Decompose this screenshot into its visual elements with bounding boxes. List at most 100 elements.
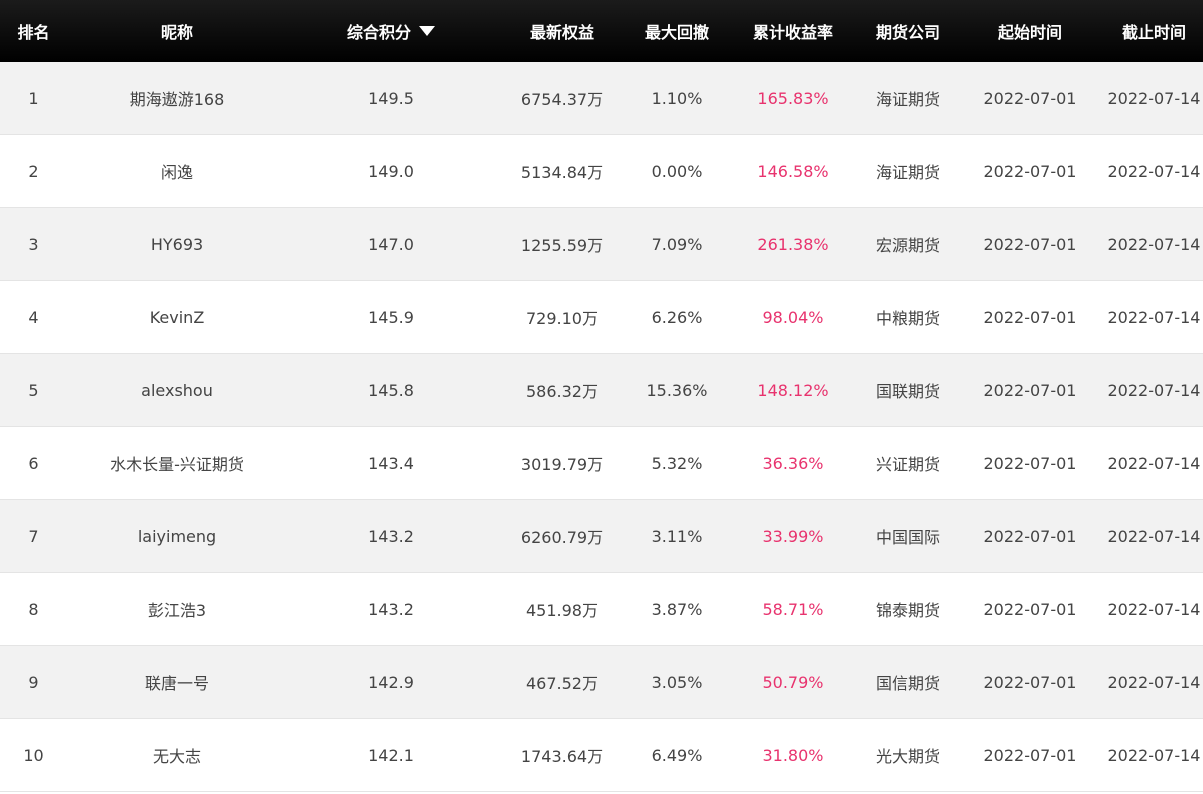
cell-return: 31.80%: [762, 745, 824, 765]
cell-return: 146.58%: [757, 161, 829, 181]
table-row[interactable]: 7 laiyimeng 143.2 6260.79万 3.11% 33.99% 中国国际 20…: [0, 500, 1203, 573]
cell-end: 2022-07-14: [1107, 526, 1201, 546]
cell-name[interactable]: 联唐一号: [67, 670, 287, 694]
cell-company: 国信期货: [875, 674, 940, 693]
cell-end: 2022-07-14: [1107, 88, 1201, 108]
cell-equity: 1743.64万: [520, 747, 604, 766]
cell-equity: 3019.79万: [520, 455, 604, 474]
cell-equity: 729.10万: [526, 309, 598, 328]
cell-name[interactable]: alexshou: [67, 381, 287, 400]
cell-end: 2022-07-14: [1107, 307, 1201, 327]
cell-return: 58.71%: [762, 599, 824, 619]
cell-name[interactable]: 期海遨游168: [67, 86, 287, 110]
cell-company: 国联期货: [875, 382, 940, 401]
cell-drawdown: 3.05%: [651, 672, 703, 692]
cell-end: 2022-07-14: [1107, 453, 1201, 473]
cell-drawdown: 1.10%: [651, 88, 703, 108]
cell-start: 2022-07-01: [983, 161, 1077, 181]
cell-equity: 6260.79万: [520, 528, 604, 547]
cell-return: 98.04%: [762, 307, 824, 327]
cell-start: 2022-07-01: [983, 307, 1077, 327]
cell-return: 33.99%: [762, 526, 824, 546]
cell-score: 142.9: [368, 672, 414, 692]
header-name[interactable]: 昵称: [67, 19, 287, 43]
cell-rank: 1: [28, 88, 39, 108]
cell-company: 光大期货: [875, 747, 940, 766]
cell-end: 2022-07-14: [1107, 234, 1201, 254]
table-row[interactable]: 10 无大志 142.1 1743.64万 6.49% 31.80% 光大期货 2022-07…: [0, 719, 1203, 792]
cell-rank: 3: [28, 234, 39, 254]
cell-score: 143.2: [368, 599, 414, 619]
table-row[interactable]: 2 闲逸 149.0 5134.84万 0.00% 146.58% 海证期货 2022-07-…: [0, 135, 1203, 208]
cell-score: 143.4: [368, 453, 414, 473]
table-row[interactable]: 1 期海遨游168 149.5 6754.37万 1.10% 165.83% 海证期货 202…: [0, 62, 1203, 135]
cell-return: 165.83%: [757, 88, 829, 108]
table-row[interactable]: 6 水木长量-兴证期货 143.4 3019.79万 5.32% 36.36% 兴证期货 20…: [0, 427, 1203, 500]
cell-start: 2022-07-01: [983, 88, 1077, 108]
cell-equity: 1255.59万: [520, 236, 604, 255]
cell-rank: 8: [28, 599, 39, 619]
header-company[interactable]: 期货公司: [861, 19, 955, 43]
cell-return: 261.38%: [757, 234, 829, 254]
cell-rank: 10: [23, 745, 44, 765]
cell-end: 2022-07-14: [1107, 745, 1201, 765]
cell-score: 145.9: [368, 307, 414, 327]
cell-drawdown: 6.26%: [651, 307, 703, 327]
header-drawdown[interactable]: 最大回撤: [629, 19, 725, 43]
cell-company: 兴证期货: [875, 455, 940, 474]
table-row[interactable]: 8 彭江浩3 143.2 451.98万 3.87% 58.71% 锦泰期货 2022-07-…: [0, 573, 1203, 646]
table-row[interactable]: 9 联唐一号 142.9 467.52万 3.05% 50.79% 国信期货 2022-07-…: [0, 646, 1203, 719]
cell-rank: 2: [28, 161, 39, 181]
cell-start: 2022-07-01: [983, 599, 1077, 619]
cell-start: 2022-07-01: [983, 234, 1077, 254]
cell-drawdown: 5.32%: [651, 453, 703, 473]
table-row[interactable]: 3 HY693 147.0 1255.59万 7.09% 261.38% 宏源期货 2022-…: [0, 208, 1203, 281]
table-row[interactable]: 5 alexshou 145.8 586.32万 15.36% 148.12% 国联期货 20…: [0, 354, 1203, 427]
cell-name[interactable]: KevinZ: [67, 308, 287, 327]
cell-equity: 6754.37万: [520, 90, 604, 109]
cell-name[interactable]: laiyimeng: [67, 527, 287, 546]
cell-score: 145.8: [368, 380, 414, 400]
cell-company: 中粮期货: [875, 309, 940, 328]
cell-score: 143.2: [368, 526, 414, 546]
cell-equity: 451.98万: [526, 601, 598, 620]
cell-start: 2022-07-01: [983, 672, 1077, 692]
cell-return: 36.36%: [762, 453, 824, 473]
cell-drawdown: 3.11%: [651, 526, 703, 546]
cell-return: 50.79%: [762, 672, 824, 692]
cell-name[interactable]: 彭江浩3: [67, 597, 287, 621]
cell-equity: 586.32万: [526, 382, 598, 401]
cell-name[interactable]: 闲逸: [67, 159, 287, 183]
cell-end: 2022-07-14: [1107, 380, 1201, 400]
cell-drawdown: 7.09%: [651, 234, 703, 254]
cell-start: 2022-07-01: [983, 526, 1077, 546]
cell-start: 2022-07-01: [983, 745, 1077, 765]
cell-name[interactable]: HY693: [67, 235, 287, 254]
cell-company: 中国国际: [875, 528, 940, 547]
cell-equity: 5134.84万: [520, 163, 604, 182]
cell-rank: 9: [28, 672, 39, 692]
header-return[interactable]: 累计收益率: [725, 19, 861, 43]
cell-rank: 4: [28, 307, 39, 327]
sort-desc-icon[interactable]: [419, 26, 435, 36]
header-score-label: 综合积分: [346, 23, 411, 42]
header-rank[interactable]: 排名: [0, 19, 67, 43]
cell-score: 147.0: [368, 234, 414, 254]
cell-return: 148.12%: [757, 380, 829, 400]
cell-end: 2022-07-14: [1107, 672, 1201, 692]
table-row[interactable]: 4 KevinZ 145.9 729.10万 6.26% 98.04% 中粮期货 2022-0…: [0, 281, 1203, 354]
ranking-table: 排名 昵称 综合积分 最新权益 最大回撤 累计收益率 期货公司 起始时间 截止时…: [0, 0, 1203, 792]
header-score[interactable]: 综合积分: [287, 19, 495, 43]
cell-score: 149.5: [368, 88, 414, 108]
cell-equity: 467.52万: [526, 674, 598, 693]
header-end[interactable]: 截止时间: [1105, 19, 1203, 43]
cell-company: 海证期货: [875, 163, 940, 182]
header-equity[interactable]: 最新权益: [495, 19, 629, 43]
cell-name[interactable]: 水木长量-兴证期货: [67, 451, 287, 475]
table-body: 1 期海遨游168 149.5 6754.37万 1.10% 165.83% 海证期货 202…: [0, 62, 1203, 792]
cell-drawdown: 3.87%: [651, 599, 703, 619]
cell-score: 149.0: [368, 161, 414, 181]
cell-name[interactable]: 无大志: [67, 743, 287, 767]
header-start[interactable]: 起始时间: [955, 19, 1105, 43]
cell-start: 2022-07-01: [983, 380, 1077, 400]
